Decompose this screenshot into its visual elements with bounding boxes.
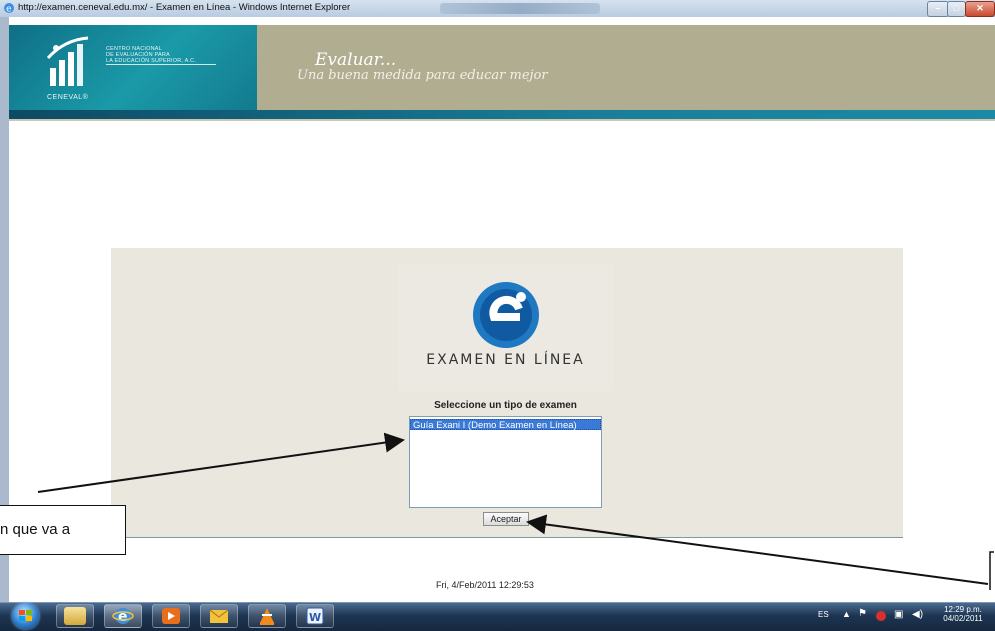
- tagline-subtitle: Una buena medida para educar mejor: [297, 68, 548, 83]
- windows-explorer-icon: [64, 607, 86, 625]
- close-icon: ✕: [976, 3, 984, 13]
- svg-text:e: e: [6, 5, 12, 15]
- minimize-icon: –: [935, 3, 941, 13]
- examen-en-linea-icon: [473, 282, 539, 348]
- maximize-button[interactable]: □: [947, 1, 966, 17]
- minimize-button[interactable]: –: [927, 1, 949, 17]
- header-stripe-accent: [9, 119, 995, 121]
- ceneval-logo-icon: [46, 36, 89, 86]
- vlc-icon: [260, 608, 274, 625]
- clock-date: 04/02/2011: [943, 614, 983, 623]
- volume-icon[interactable]: ◀): [912, 609, 923, 620]
- security-alert-icon[interactable]: [876, 611, 886, 621]
- internet-explorer-icon: e: [4, 3, 14, 15]
- word-icon: W: [306, 607, 324, 625]
- clock-time: 12:29 p.m.: [944, 605, 982, 614]
- outlook-icon: [209, 609, 229, 623]
- exam-option-selected[interactable]: Guía Exani I (Demo Examen en Línea): [410, 419, 601, 431]
- close-button[interactable]: ✕: [965, 1, 995, 17]
- divider: [106, 64, 216, 65]
- server-datetime: Fri, 4/Feb/2011 12:29:53: [436, 580, 534, 590]
- exam-type-label: Seleccione un tipo de examen: [434, 400, 577, 411]
- logo-text: EXAMEN EN LÍNEA: [426, 352, 585, 368]
- window-title: http://examen.ceneval.edu.mx/ - Examen e…: [18, 2, 351, 13]
- svg-text:W: W: [309, 611, 321, 624]
- network-icon[interactable]: ▣: [894, 609, 903, 620]
- action-center-flag-icon[interactable]: ⚑: [858, 608, 867, 619]
- clock[interactable]: 12:29 p.m. 04/02/2011: [934, 605, 992, 623]
- internet-explorer-icon: e: [112, 608, 134, 625]
- brand-name: CENEVAL®: [47, 94, 89, 101]
- maximize-icon: □: [953, 3, 960, 13]
- windows-logo-icon: [19, 610, 32, 621]
- media-player-icon: [162, 608, 180, 624]
- tagline-title: Evaluar...: [315, 50, 397, 70]
- language-indicator[interactable]: ES: [818, 610, 829, 619]
- window-title-decoration: [440, 3, 600, 14]
- organization-name: CENTRO NACIONAL DE EVALUACIÓN PARA LA ED…: [106, 46, 196, 64]
- accept-button[interactable]: Aceptar: [483, 512, 529, 526]
- header-stripe: [9, 110, 995, 119]
- callout-text: n que va a: [0, 521, 71, 538]
- show-hidden-icons-icon[interactable]: ▲: [842, 609, 851, 619]
- panel-divider: [111, 537, 903, 538]
